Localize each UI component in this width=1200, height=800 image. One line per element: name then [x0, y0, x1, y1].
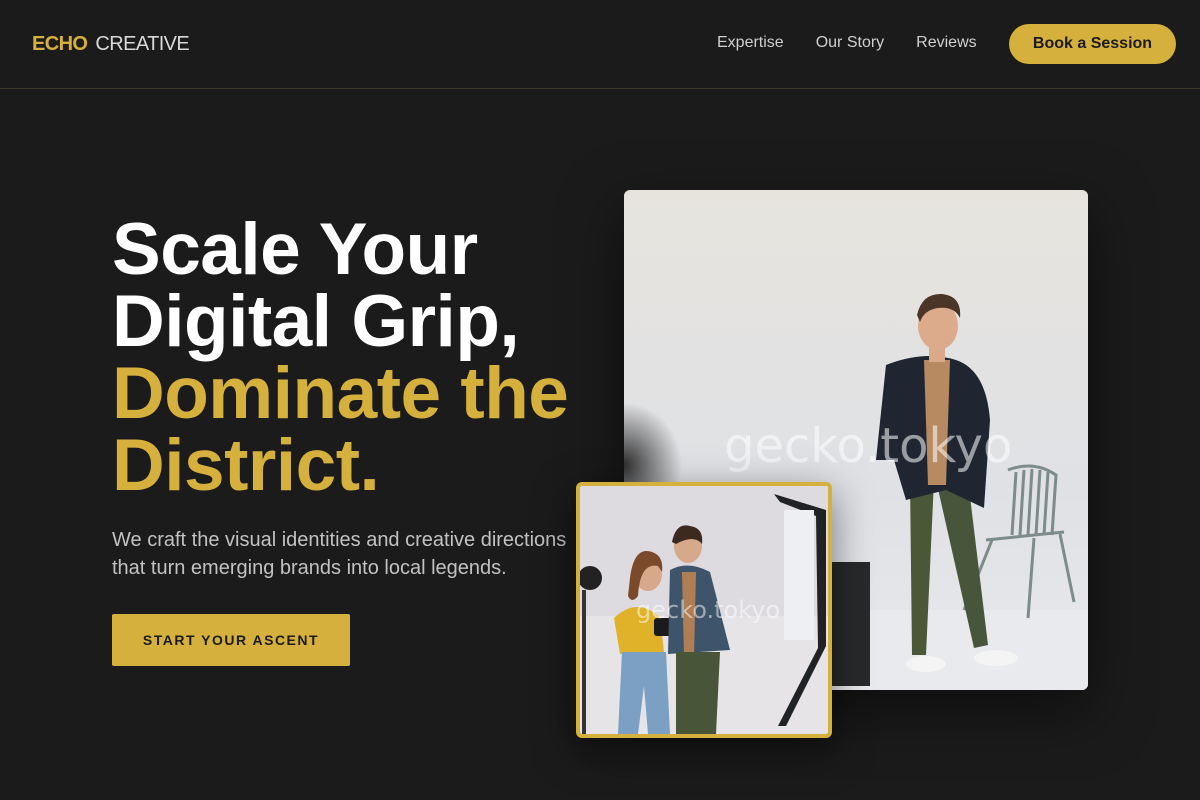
nav-link-reviews[interactable]: Reviews: [916, 33, 976, 53]
logo-creative: CREATIVE: [95, 33, 190, 55]
nav-link-our-story[interactable]: Our Story: [816, 33, 884, 53]
sub-photo-watermark: gecko.tokyo: [636, 596, 780, 624]
brand-logo[interactable]: ECHO CREATIVE: [32, 33, 190, 55]
site-header: ECHO CREATIVE Expertise Our Story Reviews…: [0, 0, 1200, 89]
headline-line-1: Scale Your: [112, 209, 478, 290]
hero-photo-secondary: gecko.tokyo: [576, 482, 832, 738]
logo-echo: ECHO: [32, 33, 88, 55]
book-session-button[interactable]: Book a Session: [1009, 24, 1176, 64]
hero-subtext: We craft the visual identities and creat…: [112, 529, 567, 579]
landing-page: ECHO CREATIVE Expertise Our Story Reviews…: [0, 0, 1200, 800]
headline-line-4: District.: [112, 425, 380, 506]
main-photo-watermark: gecko.tokyo: [724, 418, 1012, 474]
nav-link-expertise[interactable]: Expertise: [717, 33, 784, 53]
headline-line-2: Digital Grip,: [112, 281, 520, 362]
main-nav: Expertise Our Story Reviews: [717, 33, 1009, 53]
hero-headline: Scale Your Digital Grip, Dominate the Di…: [112, 209, 592, 506]
start-ascent-button[interactable]: START YOUR ASCENT: [112, 614, 350, 666]
headline-line-3: Dominate the: [112, 353, 569, 434]
